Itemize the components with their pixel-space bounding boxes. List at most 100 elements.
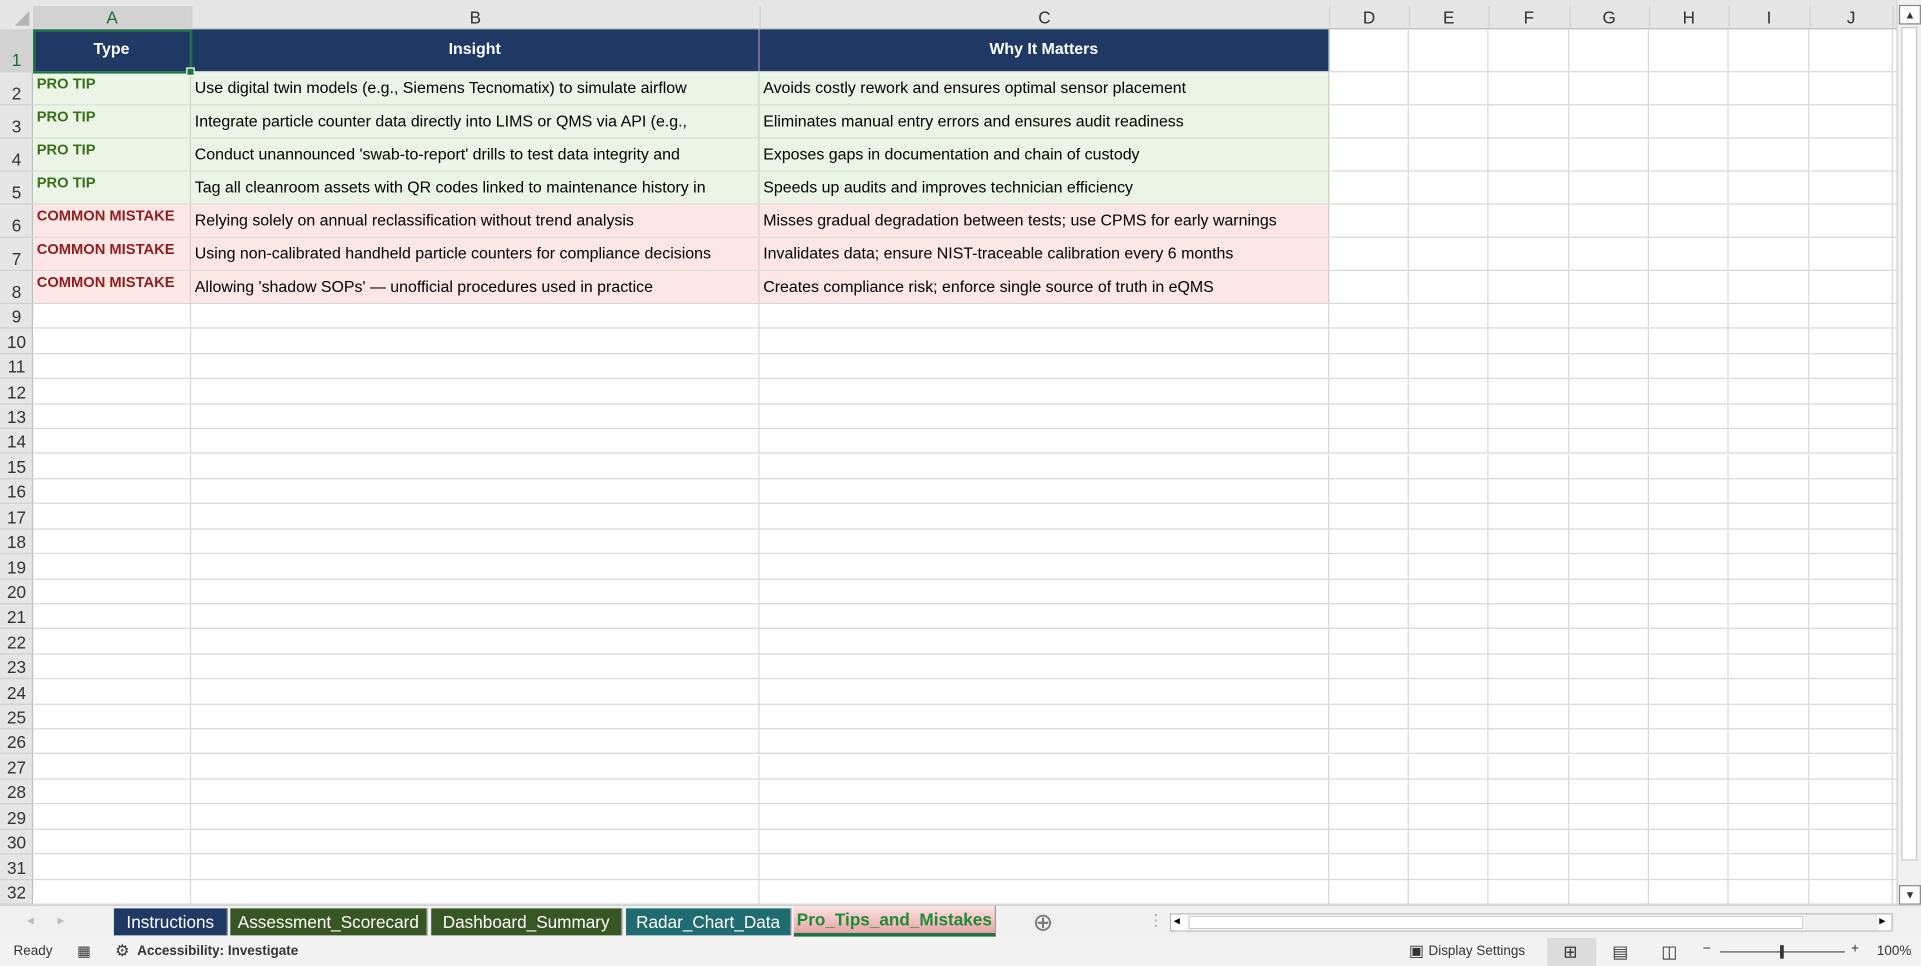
- cell-J7[interactable]: [1809, 237, 1893, 270]
- cell-D1[interactable]: [1329, 29, 1409, 72]
- cell-C15[interactable]: [760, 454, 1330, 478]
- cell-J24[interactable]: [1809, 679, 1893, 704]
- cell-G12[interactable]: [1569, 379, 1649, 403]
- cell-I8[interactable]: [1729, 270, 1810, 303]
- cell-I4[interactable]: [1729, 138, 1810, 171]
- cell-D4[interactable]: [1329, 138, 1409, 171]
- cell-G24[interactable]: [1569, 679, 1649, 704]
- cell-G5[interactable]: [1569, 171, 1649, 204]
- cell-H16[interactable]: [1649, 479, 1729, 504]
- cell-H24[interactable]: [1649, 679, 1729, 704]
- cell-E17[interactable]: [1409, 504, 1489, 529]
- cell-G3[interactable]: [1569, 105, 1649, 138]
- cell-D11[interactable]: [1329, 354, 1409, 378]
- cell-A25[interactable]: [33, 704, 192, 729]
- cell-A7[interactable]: COMMON MISTAKE: [33, 237, 192, 270]
- cell-A6[interactable]: COMMON MISTAKE: [33, 204, 192, 237]
- cell-F6[interactable]: [1488, 204, 1570, 237]
- cell-E2[interactable]: [1409, 72, 1489, 105]
- cell-A15[interactable]: [33, 454, 192, 478]
- cell-J8[interactable]: [1809, 270, 1893, 303]
- cell-H27[interactable]: [1649, 754, 1729, 779]
- cell-B10[interactable]: [191, 329, 760, 353]
- cell-E19[interactable]: [1409, 554, 1489, 579]
- cell-D31[interactable]: [1329, 854, 1409, 879]
- cell-C4[interactable]: Exposes gaps in documentation and chain …: [759, 138, 1330, 171]
- splitter-handle[interactable]: ⋮: [1148, 911, 1164, 931]
- cell-E29[interactable]: [1409, 804, 1489, 829]
- cell-I5[interactable]: [1729, 171, 1810, 204]
- cell-G22[interactable]: [1569, 629, 1649, 654]
- cell-I20[interactable]: [1729, 579, 1810, 604]
- cell-C8[interactable]: Creates compliance risk; enforce single …: [759, 270, 1330, 303]
- cell-E1[interactable]: [1409, 29, 1489, 72]
- cell-E10[interactable]: [1409, 329, 1489, 353]
- cell-C21[interactable]: [760, 604, 1330, 629]
- cell-B1[interactable]: Insight: [191, 29, 760, 72]
- zoom-level[interactable]: 100%: [1877, 944, 1911, 959]
- cell-C12[interactable]: [760, 379, 1330, 403]
- cell-G27[interactable]: [1569, 754, 1649, 779]
- cell-H21[interactable]: [1649, 604, 1729, 629]
- cell-B26[interactable]: [191, 729, 760, 754]
- cell-J10[interactable]: [1809, 329, 1893, 353]
- cell-H2[interactable]: [1649, 72, 1729, 105]
- cell-A32[interactable]: [33, 879, 192, 904]
- cell-H20[interactable]: [1649, 579, 1729, 604]
- cell-C10[interactable]: [760, 329, 1330, 353]
- cell-F19[interactable]: [1488, 554, 1570, 579]
- cell-C23[interactable]: [760, 654, 1330, 679]
- scroll-down-icon[interactable]: ▼: [1898, 885, 1921, 905]
- cell-I25[interactable]: [1729, 704, 1810, 729]
- cell-G31[interactable]: [1569, 854, 1649, 879]
- cell-H5[interactable]: [1649, 171, 1729, 204]
- cell-D23[interactable]: [1329, 654, 1409, 679]
- tab-scroll-left-icon[interactable]: ◂: [27, 912, 34, 928]
- cell-F9[interactable]: [1488, 304, 1570, 328]
- cell-J6[interactable]: [1809, 204, 1893, 237]
- cell-D19[interactable]: [1329, 554, 1409, 579]
- cell-F13[interactable]: [1488, 404, 1570, 428]
- cell-F4[interactable]: [1488, 138, 1570, 171]
- cell-A18[interactable]: [33, 529, 192, 554]
- cell-B23[interactable]: [191, 654, 760, 679]
- cell-G21[interactable]: [1569, 604, 1649, 629]
- cell-H28[interactable]: [1649, 779, 1729, 804]
- cell-C20[interactable]: [760, 579, 1330, 604]
- cell-E4[interactable]: [1409, 138, 1489, 171]
- cell-C6[interactable]: Misses gradual degradation between tests…: [759, 204, 1330, 237]
- cell-A16[interactable]: [33, 479, 192, 504]
- cell-E11[interactable]: [1409, 354, 1489, 378]
- cell-I12[interactable]: [1729, 379, 1810, 403]
- cell-A3[interactable]: PRO TIP: [33, 105, 192, 138]
- cell-A17[interactable]: [33, 504, 192, 529]
- cell-J23[interactable]: [1809, 654, 1893, 679]
- cell-I19[interactable]: [1729, 554, 1810, 579]
- vertical-scrollbar[interactable]: ▲ ▼: [1896, 0, 1921, 905]
- cell-A23[interactable]: [33, 654, 192, 679]
- cell-F15[interactable]: [1488, 454, 1570, 478]
- cell-J29[interactable]: [1809, 804, 1893, 829]
- display-settings-button[interactable]: Display Settings: [1428, 944, 1525, 959]
- cell-A29[interactable]: [33, 804, 192, 829]
- cell-B15[interactable]: [191, 454, 760, 478]
- cell-C14[interactable]: [760, 429, 1330, 453]
- cell-D18[interactable]: [1329, 529, 1409, 554]
- cell-D32[interactable]: [1329, 879, 1409, 904]
- cell-D17[interactable]: [1329, 504, 1409, 529]
- scroll-up-icon[interactable]: ▲: [1898, 4, 1921, 25]
- cell-I30[interactable]: [1729, 829, 1810, 854]
- cell-D22[interactable]: [1329, 629, 1409, 654]
- cell-B21[interactable]: [191, 604, 760, 629]
- cell-B24[interactable]: [191, 679, 760, 704]
- page-break-view-icon[interactable]: ◫: [1661, 941, 1677, 962]
- cell-E20[interactable]: [1409, 579, 1489, 604]
- cell-I15[interactable]: [1729, 454, 1810, 478]
- sheet-tab-pro-tips-and-mistakes[interactable]: Pro_Tips_and_Mistakes: [793, 905, 997, 937]
- cell-B16[interactable]: [191, 479, 760, 504]
- cell-I7[interactable]: [1729, 237, 1810, 270]
- cell-A12[interactable]: [33, 379, 192, 403]
- cell-C25[interactable]: [760, 704, 1330, 729]
- cell-F7[interactable]: [1488, 237, 1570, 270]
- cell-C17[interactable]: [760, 504, 1330, 529]
